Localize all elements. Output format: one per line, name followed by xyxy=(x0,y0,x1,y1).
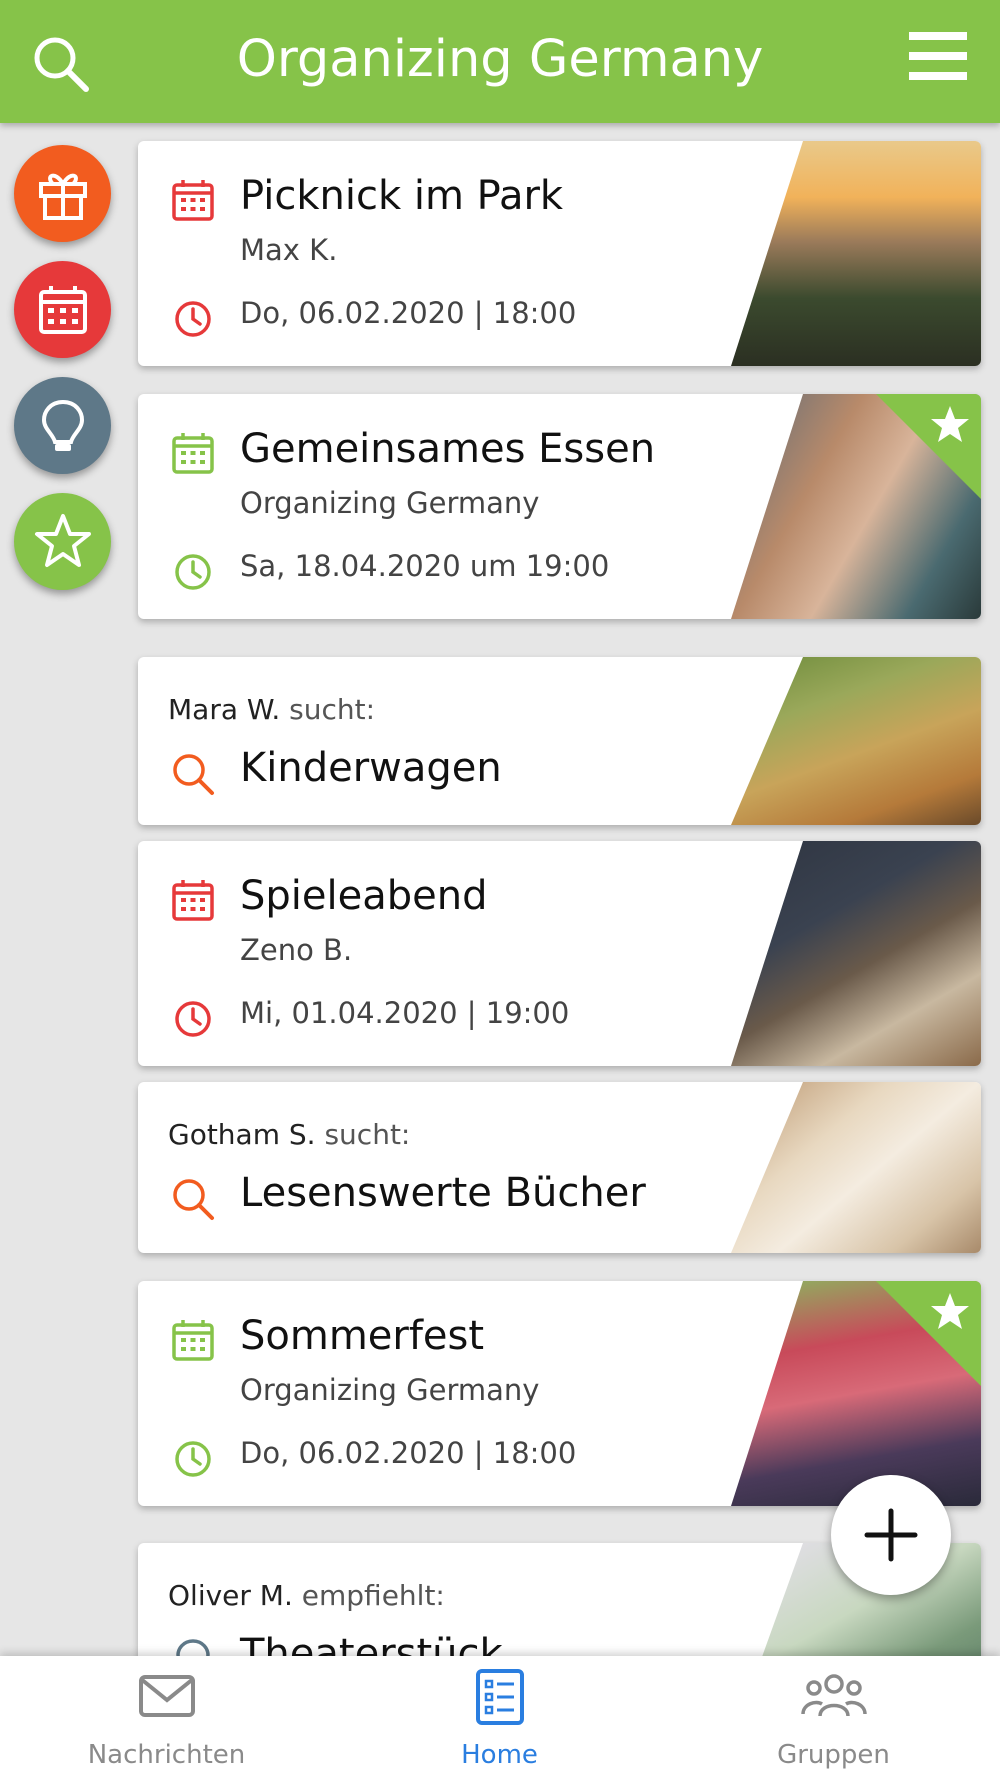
calendar-icon xyxy=(172,180,214,221)
page-title: Organizing Germany xyxy=(236,30,764,89)
calendar-icon xyxy=(172,880,214,921)
idea-filter-button[interactable] xyxy=(14,377,111,474)
star-icon xyxy=(931,1293,969,1329)
clock-icon xyxy=(175,301,211,337)
nav-nachrichten[interactable]: Nachrichten xyxy=(0,1656,333,1778)
event-organizer: Max K. xyxy=(240,233,338,267)
plus-icon xyxy=(864,1508,918,1562)
search-title: Lesenswerte Bücher xyxy=(240,1170,646,1216)
bottom-navigation: Nachrichten Home Gruppen xyxy=(0,1656,1000,1778)
event-image xyxy=(731,141,981,366)
menu-icon[interactable] xyxy=(909,30,967,82)
search-image xyxy=(731,1082,981,1253)
event-title: Spieleabend xyxy=(240,873,488,919)
search-icon xyxy=(173,1179,214,1220)
calendar-icon xyxy=(38,285,87,334)
author-verb: sucht: xyxy=(289,693,376,726)
event-card[interactable]: Spieleabend Zeno B. Mi, 01.04.2020 | 19:… xyxy=(138,841,981,1066)
event-date: Mi, 01.04.2020 | 19:00 xyxy=(240,996,570,1030)
lightbulb-icon xyxy=(41,399,84,451)
event-card[interactable]: Picknick im Park Max K. Do, 06.02.2020 |… xyxy=(138,141,981,366)
event-organizer: Organizing Germany xyxy=(240,486,540,520)
author-name: Gotham S. xyxy=(168,1118,316,1151)
event-title: Picknick im Park xyxy=(240,173,564,219)
search-author: Mara W. sucht: xyxy=(168,693,375,726)
search-author: Gotham S. sucht: xyxy=(168,1118,410,1151)
group-icon xyxy=(800,1674,867,1717)
calendar-filter-button[interactable] xyxy=(14,261,111,358)
favorites-filter-button[interactable] xyxy=(14,493,111,590)
gift-filter-button[interactable] xyxy=(14,145,111,242)
event-image xyxy=(731,841,981,1066)
event-organizer: Organizing Germany xyxy=(240,1373,540,1407)
gift-icon xyxy=(38,173,87,220)
list-icon xyxy=(475,1669,524,1725)
nav-label: Home xyxy=(461,1740,538,1770)
author-verb: sucht: xyxy=(324,1118,411,1151)
nav-home[interactable]: Home xyxy=(333,1656,666,1778)
author-name: Oliver M. xyxy=(168,1579,293,1612)
author-name: Mara W. xyxy=(168,693,281,726)
nav-gruppen[interactable]: Gruppen xyxy=(667,1656,1000,1778)
calendar-icon xyxy=(172,1320,214,1361)
event-title: Gemeinsames Essen xyxy=(240,426,656,472)
clock-icon xyxy=(175,554,211,590)
nav-label: Gruppen xyxy=(777,1740,890,1770)
event-organizer: Zeno B. xyxy=(240,933,353,967)
clock-icon xyxy=(175,1001,211,1037)
add-button[interactable] xyxy=(831,1475,951,1595)
envelope-icon xyxy=(138,1675,195,1717)
calendar-icon xyxy=(172,433,214,474)
search-card[interactable]: Mara W. sucht: Kinderwagen xyxy=(138,657,981,825)
star-icon xyxy=(34,513,91,567)
event-date: Sa, 18.04.2020 um 19:00 xyxy=(240,549,610,583)
event-card[interactable]: Gemeinsames Essen Organizing Germany Sa,… xyxy=(138,394,981,619)
event-date: Do, 06.02.2020 | 18:00 xyxy=(240,1436,577,1470)
search-title: Kinderwagen xyxy=(240,745,502,791)
app-header: Organizing Germany xyxy=(0,0,1000,123)
nav-label: Nachrichten xyxy=(87,1740,246,1770)
recommend-author: Oliver M. empfiehlt: xyxy=(168,1579,445,1612)
author-verb: empfiehlt: xyxy=(301,1579,445,1612)
event-title: Sommerfest xyxy=(240,1313,485,1359)
star-icon xyxy=(931,406,969,442)
event-card[interactable]: Sommerfest Organizing Germany Do, 06.02.… xyxy=(138,1281,981,1506)
search-image xyxy=(731,657,981,825)
search-icon xyxy=(173,754,214,795)
search-card[interactable]: Gotham S. sucht: Lesenswerte Bücher xyxy=(138,1082,981,1253)
event-date: Do, 06.02.2020 | 18:00 xyxy=(240,296,577,330)
clock-icon xyxy=(175,1441,211,1477)
